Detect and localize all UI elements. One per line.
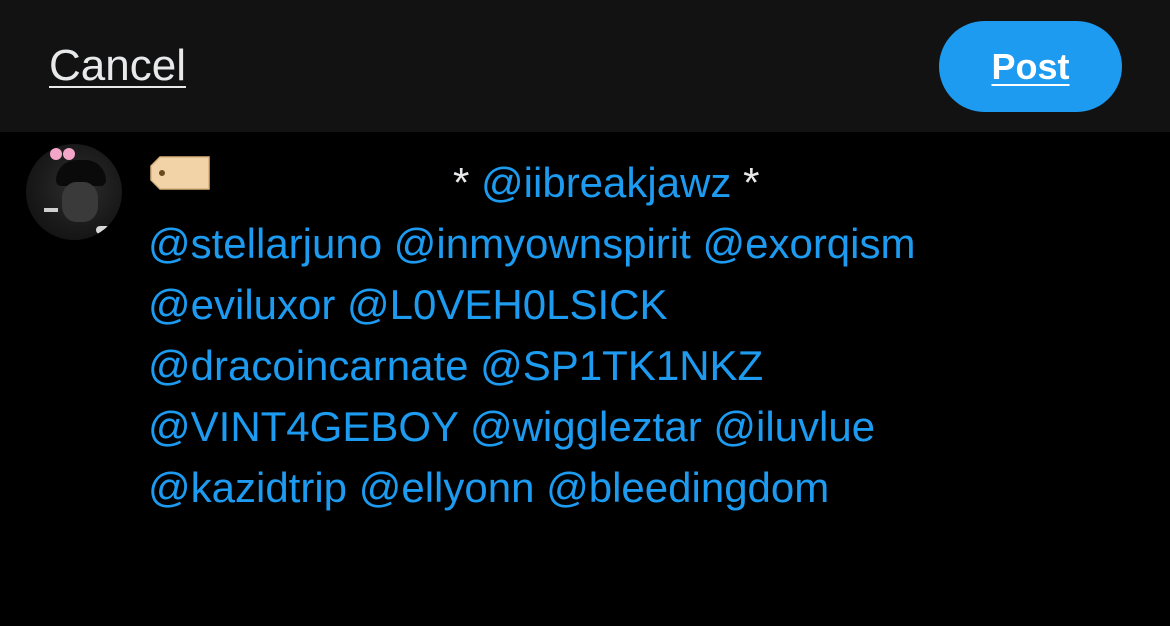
mention-link[interactable]: @kazidtrip: [148, 464, 347, 511]
composer-header: Cancel Post: [0, 0, 1170, 132]
mention-link[interactable]: @bleedingdom: [546, 464, 829, 511]
star-glyph: *: [743, 159, 760, 206]
mention-link[interactable]: @ellyonn: [359, 464, 535, 511]
star-glyph: *: [453, 159, 470, 206]
cancel-button[interactable]: Cancel: [49, 40, 186, 92]
face-shape: [62, 182, 98, 222]
mention-link[interactable]: @iibreakjawz: [481, 159, 731, 206]
avatar-dot: [96, 226, 110, 234]
mention-link[interactable]: @dracoincarnate: [148, 342, 468, 389]
mention-link[interactable]: @VINT4GEBOY: [148, 403, 458, 450]
bow-icon: [50, 148, 76, 162]
mention-link[interactable]: @wiggleztar: [470, 403, 702, 450]
mention-link[interactable]: @eviluxor: [148, 281, 335, 328]
text-line-2: @stellarjuno @inmyownspirit @exorqism: [148, 213, 1148, 274]
text-line-5: @VINT4GEBOY @wiggleztar @iluvlue: [148, 396, 1148, 457]
avatar[interactable]: [26, 144, 122, 240]
text-line-1: * @iibreakjawz *: [148, 152, 1148, 213]
text-line-6: @kazidtrip @ellyonn @bleedingdom: [148, 457, 1148, 518]
mention-link[interactable]: @SP1TK1NKZ: [480, 342, 763, 389]
text-line-4: @dracoincarnate @SP1TK1NKZ: [148, 335, 1148, 396]
text-line-3: @eviluxor @L0VEH0LSICK: [148, 274, 1148, 335]
mention-link[interactable]: @stellarjuno: [148, 220, 382, 267]
mention-link[interactable]: @inmyownspirit: [394, 220, 691, 267]
avatar-mark: [44, 208, 58, 212]
mention-link[interactable]: @exorqism: [702, 220, 915, 267]
mention-link[interactable]: @L0VEH0LSICK: [347, 281, 667, 328]
post-button[interactable]: Post: [939, 21, 1122, 112]
mention-link[interactable]: @iluvlue: [713, 403, 875, 450]
post-text[interactable]: * @iibreakjawz * @stellarjuno @inmyownsp…: [148, 152, 1148, 518]
